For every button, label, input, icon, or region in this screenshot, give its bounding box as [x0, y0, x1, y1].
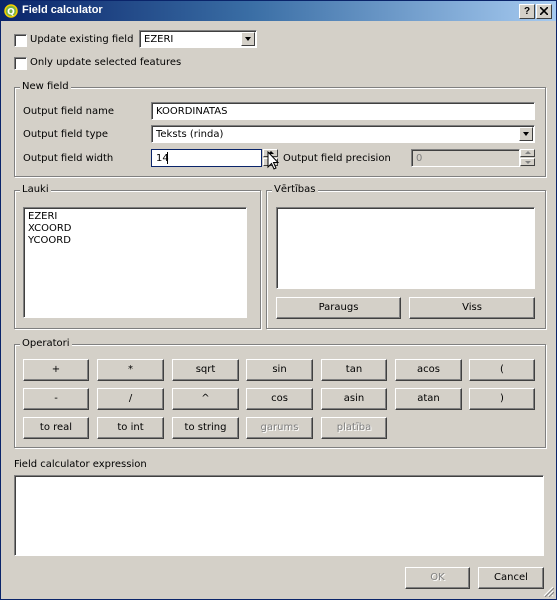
operator-plus-button[interactable]: +: [23, 359, 89, 381]
list-item[interactable]: EZERI: [28, 211, 57, 222]
list-item[interactable]: YCOORD: [28, 235, 71, 246]
fields-group-title: Lauki: [20, 184, 51, 195]
operator-multiply-button[interactable]: *: [97, 359, 164, 381]
update-existing-label[interactable]: Update existing field: [30, 34, 133, 45]
existing-field-combo[interactable]: EZERI: [139, 30, 257, 48]
ok-button[interactable]: OK: [405, 567, 470, 589]
output-field-type-value: Teksts (rinda): [156, 129, 224, 140]
list-item[interactable]: XCOORD: [28, 223, 72, 234]
operator-cos-button[interactable]: cos: [246, 388, 313, 410]
title-bar[interactable]: Q Field calculator ?: [1, 1, 556, 21]
chevron-down-icon[interactable]: [241, 32, 255, 46]
fields-list[interactable]: EZERI XCOORD YCOORD: [23, 207, 247, 318]
operator-close-paren-button[interactable]: ): [469, 388, 535, 410]
new-field-group-title: New field: [20, 81, 71, 92]
operator-sin-button[interactable]: sin: [246, 359, 313, 381]
spin-up-icon[interactable]: [520, 149, 535, 157]
expression-label: Field calculator expression: [14, 459, 147, 470]
operator-asin-button[interactable]: asin: [321, 388, 387, 410]
help-button[interactable]: ?: [519, 4, 535, 19]
output-field-width-label: Output field width: [23, 153, 114, 164]
output-field-name-label: Output field name: [23, 106, 115, 117]
sample-values-button[interactable]: Paraugs: [276, 297, 401, 319]
operator-tan-button[interactable]: tan: [321, 359, 387, 381]
operator-sqrt-button[interactable]: sqrt: [172, 359, 239, 381]
close-icon: [539, 6, 549, 16]
output-field-name-value: KOORDINATAS: [156, 106, 228, 117]
output-field-type-combo[interactable]: Teksts (rinda): [151, 125, 535, 143]
output-field-type-label: Output field type: [23, 129, 109, 140]
only-selected-label[interactable]: Only update selected features: [30, 57, 181, 68]
operator-divide-button[interactable]: /: [97, 388, 164, 410]
operators-group-title: Operatori: [20, 338, 72, 349]
all-values-button[interactable]: Viss: [409, 297, 535, 319]
operator-power-button[interactable]: ^: [172, 388, 239, 410]
qgis-app-icon: Q: [4, 4, 18, 18]
cancel-button[interactable]: Cancel: [478, 567, 544, 589]
field-calculator-dialog: Q Field calculator ? Update existing fie…: [0, 0, 557, 600]
output-field-name-input[interactable]: KOORDINATAS: [151, 102, 535, 120]
text-cursor: [167, 152, 168, 164]
output-field-precision-value: 0: [416, 153, 423, 164]
values-group-title: Vērtības: [272, 184, 318, 195]
operator-to-string-button[interactable]: to string: [172, 417, 239, 439]
expression-textarea[interactable]: [14, 475, 544, 556]
operator-atan-button[interactable]: atan: [395, 388, 462, 410]
operator-length-button[interactable]: garums: [246, 417, 313, 439]
close-button[interactable]: [536, 4, 552, 19]
only-selected-checkbox[interactable]: [14, 57, 27, 70]
values-list[interactable]: [276, 207, 535, 289]
operator-to-real-button[interactable]: to real: [23, 417, 89, 439]
spin-down-icon[interactable]: [520, 158, 535, 166]
chevron-down-icon[interactable]: [519, 127, 533, 141]
precision-spin-buttons[interactable]: [520, 149, 535, 167]
operator-open-paren-button[interactable]: (: [469, 359, 535, 381]
output-field-width-spinbox[interactable]: 14: [151, 149, 262, 167]
update-existing-checkbox[interactable]: [14, 34, 27, 47]
svg-text:Q: Q: [7, 8, 15, 18]
mouse-pointer-icon: [267, 151, 280, 170]
operator-area-button[interactable]: platība: [321, 417, 387, 439]
resize-grip-icon[interactable]: [542, 585, 554, 597]
operator-minus-button[interactable]: -: [23, 388, 89, 410]
operator-acos-button[interactable]: acos: [395, 359, 462, 381]
operator-to-int-button[interactable]: to int: [97, 417, 164, 439]
output-field-precision-label: Output field precision: [283, 153, 391, 164]
window-title: Field calculator: [22, 4, 103, 16]
existing-field-value: EZERI: [144, 34, 174, 45]
output-field-precision-spinbox[interactable]: 0: [411, 149, 520, 167]
